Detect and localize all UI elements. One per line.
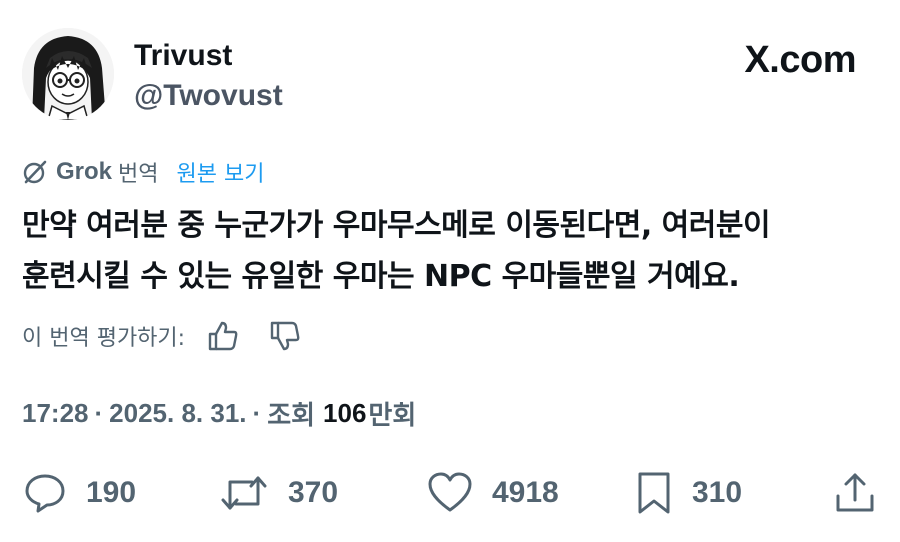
grok-icon (22, 159, 48, 185)
thumbs-down-icon[interactable] (265, 316, 305, 356)
x-logo-icon: X.com (744, 39, 856, 81)
manga-girl-avatar-icon (22, 28, 114, 120)
author-name[interactable]: Trivust (134, 38, 232, 74)
reply-count: 190 (86, 476, 137, 509)
author-handle[interactable]: @Twovust (134, 78, 283, 114)
views-count: 106 (323, 397, 367, 428)
bookmark-button[interactable]: 310 (634, 466, 742, 520)
repost-icon (221, 476, 267, 510)
meta-separator: · (252, 397, 262, 428)
translation-bar: Grok 번역 원본 보기 (22, 156, 264, 188)
reply-button[interactable]: 190 (22, 466, 136, 520)
avatar[interactable] (22, 28, 114, 120)
tweet-meta: 17:28 · 2025. 8. 31. · 조회 106 만회 (22, 393, 416, 433)
tweet-time[interactable]: 17:28 (22, 398, 89, 429)
share-button[interactable] (832, 466, 878, 520)
reply-icon (25, 474, 65, 513)
view-original-link[interactable]: 원본 보기 (177, 156, 265, 188)
bookmark-count: 310 (692, 476, 743, 509)
meta-separator: · (94, 397, 104, 428)
tweet-line: 훈련시킬 수 있는 유일한 우마는 NPC 우마들뿐일 거예요. (22, 259, 740, 294)
grok-provider-name: Grok (56, 158, 113, 185)
views-suffix: 만회 (368, 399, 417, 430)
rate-label: 이 번역 평가하기: (22, 326, 186, 351)
thumbs-up-icon[interactable] (203, 316, 243, 356)
tweet-line: 만약 여러분 중 누군가가 우마무스메로 이동된다면, 여러분이 (22, 208, 771, 243)
heart-icon (428, 472, 472, 512)
share-icon (836, 473, 874, 512)
action-bar: 190 370 4918 310 (22, 466, 880, 520)
tweet-date[interactable]: 2025. 8. 31. (109, 398, 246, 429)
repost-button[interactable]: 370 (218, 466, 338, 520)
like-count: 4918 (492, 476, 559, 509)
bookmark-icon (638, 472, 670, 514)
rate-translation: 이 번역 평가하기: (22, 316, 327, 356)
repost-count: 370 (288, 476, 339, 509)
like-button[interactable]: 4918 (426, 466, 559, 520)
views-prefix: 조회 (267, 399, 316, 430)
grok-provider-suffix: 번역 (118, 162, 159, 187)
tweet-text: 만약 여러분 중 누군가가 우마무스메로 이동된다면, 여러분이 훈련시킬 수 … (22, 200, 882, 302)
